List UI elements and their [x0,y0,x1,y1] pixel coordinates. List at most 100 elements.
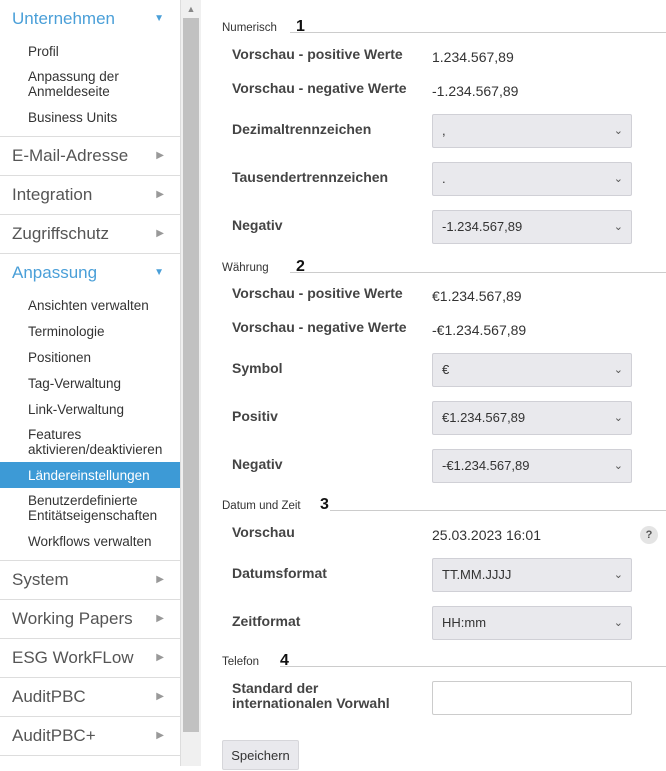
label-currency-preview-negative: Vorschau - negative Werte [232,319,407,335]
section-number: 3 [320,496,329,513]
nav-head-zugriffschutz[interactable]: Zugriffschutz ▶ [0,215,180,253]
nav-group-anpassung: Anpassung ▼ Ansichten verwalten Terminol… [0,254,180,561]
nav-label: E-Mail-Adresse [12,146,129,165]
scroll-up-arrow-icon[interactable]: ▲ [181,0,201,18]
label-time-format: Zeitformat [232,613,301,629]
intl-dialing-code-input[interactable] [432,681,632,715]
chevron-down-icon: ⌄ [613,125,623,137]
section-header-telefon: Telefon 4 [222,652,666,672]
nav-head-system[interactable]: System ▶ [0,561,180,599]
sidebar-item-tag-verwaltung[interactable]: Tag-Verwaltung [0,370,180,396]
section-title: Telefon [222,656,260,668]
label-date-preview: Vorschau [232,524,295,540]
nav-label: Anpassung [12,263,98,282]
nav-head-email[interactable]: E-Mail-Adresse ▶ [0,137,180,175]
nav-head-working-papers[interactable]: Working Papers ▶ [0,600,180,638]
sidebar-item-ansichten[interactable]: Ansichten verwalten [0,292,180,318]
chevron-right-icon: ▶ [156,652,164,663]
divider [280,666,666,667]
chevron-right-icon: ▶ [156,574,164,585]
nav-head-anpassung[interactable]: Anpassung ▼ [0,254,180,292]
nav-head-auditpbc-plus[interactable]: AuditPBC+ ▶ [0,717,180,755]
sidebar-item-business-units[interactable]: Business Units [0,104,180,130]
label-currency-positive: Positiv [232,408,278,424]
nav-label: Zugriffschutz [12,224,110,243]
sidebar: Unternehmen ▼ Profil Anpassung der Anmel… [0,0,181,766]
sidebar-item-workflows[interactable]: Workflows verwalten [0,528,180,554]
nav-head-integration[interactable]: Integration ▶ [0,176,180,214]
section-header-waehrung: Währung 2 [222,258,666,278]
sidebar-item-features[interactable]: Features aktivieren/deaktivieren [0,422,180,462]
time-format-select[interactable]: HH:mm ⌄ [432,606,632,640]
nav-group-integration: Integration ▶ [0,176,180,215]
nav-group-auditpbc-plus: AuditPBC+ ▶ [0,717,180,756]
decimal-separator-select[interactable]: , ⌄ [432,114,632,148]
value-currency-preview-negative: -€1.234.567,89 [432,322,527,338]
sidebar-item-terminologie[interactable]: Terminologie [0,318,180,344]
nav-label: AuditPBC [12,687,86,706]
section-header-numerisch: Numerisch 1 [222,18,666,38]
nav-label: ESG WorkFLow [12,648,134,667]
scrollbar-thumb[interactable] [183,18,199,732]
negative-format-select[interactable]: -1.234.567,89 ⌄ [432,210,632,244]
value-date-preview: 25.03.2023 16:01 [432,527,541,543]
chevron-down-icon: ▼ [154,267,164,278]
chevron-down-icon: ▼ [154,13,164,24]
thousand-separator-select[interactable]: . ⌄ [432,162,632,196]
nav-group-zugriffschutz: Zugriffschutz ▶ [0,215,180,254]
label-thousand-separator: Tausendertrennzeichen [232,169,389,185]
divider [330,510,666,511]
label-preview-positive: Vorschau - positive Werte [232,46,403,62]
value-preview-positive: 1.234.567,89 [432,49,514,65]
sidebar-item-link-verwaltung[interactable]: Link-Verwaltung [0,396,180,422]
label-date-format: Datumsformat [232,565,327,581]
select-value: -1.234.567,89 [442,219,523,234]
value-preview-negative: -1.234.567,89 [432,83,519,99]
date-format-select[interactable]: TT.MM.JJJJ ⌄ [432,558,632,592]
chevron-right-icon: ▶ [156,150,164,161]
label-currency-negative: Negativ [232,456,283,472]
currency-negative-select[interactable]: -€1.234.567,89 ⌄ [432,449,632,483]
value-currency-preview-positive: €1.234.567,89 [432,288,522,304]
sidebar-item-profil[interactable]: Profil [0,38,180,64]
nav-group-email: E-Mail-Adresse ▶ [0,137,180,176]
section-number: 4 [280,652,289,669]
nav-group-working-papers: Working Papers ▶ [0,600,180,639]
divider [290,272,666,273]
chevron-down-icon: ⌄ [613,173,623,185]
label-currency-symbol: Symbol [232,360,283,376]
chevron-right-icon: ▶ [156,691,164,702]
nav-head-esg[interactable]: ESG WorkFLow ▶ [0,639,180,677]
nav-label: Integration [12,185,93,204]
chevron-right-icon: ▶ [156,228,164,239]
select-value: €1.234.567,89 [442,410,526,425]
select-value: HH:mm [442,615,487,630]
sidebar-item-laendereinstellungen[interactable]: Ländereinstellungen [0,462,180,488]
chevron-right-icon: ▶ [156,613,164,624]
chevron-down-icon: ⌄ [613,412,623,424]
nav-label: System [12,570,69,589]
chevron-down-icon: ⌄ [613,460,623,472]
sidebar-scrollbar[interactable]: ▲ [181,0,201,766]
chevron-down-icon: ⌄ [613,617,623,629]
nav-group-esg: ESG WorkFLow ▶ [0,639,180,678]
sidebar-item-positionen[interactable]: Positionen [0,344,180,370]
currency-positive-select[interactable]: €1.234.567,89 ⌄ [432,401,632,435]
section-number: 1 [296,18,305,35]
nav-label: Working Papers [12,609,133,628]
nav-label: Unternehmen [12,9,116,28]
help-icon[interactable]: ? [640,526,658,544]
select-value: , [442,123,446,138]
nav-label: AuditPBC+ [12,726,96,745]
nav-head-auditpbc[interactable]: AuditPBC ▶ [0,678,180,716]
chevron-right-icon: ▶ [156,730,164,741]
sidebar-item-entitaetseigenschaften[interactable]: Benutzerdefinierte Entitätseigenschaften [0,488,180,528]
select-value: TT.MM.JJJJ [442,567,512,582]
nav-group-unternehmen: Unternehmen ▼ Profil Anpassung der Anmel… [0,0,180,137]
nav-head-unternehmen[interactable]: Unternehmen ▼ [0,0,180,38]
chevron-down-icon: ⌄ [613,569,623,581]
chevron-down-icon: ⌄ [613,221,623,233]
currency-symbol-select[interactable]: € ⌄ [432,353,632,387]
sidebar-item-anmeldeseite[interactable]: Anpassung der Anmeldeseite [0,64,180,104]
select-value: -€1.234.567,89 [442,458,530,473]
